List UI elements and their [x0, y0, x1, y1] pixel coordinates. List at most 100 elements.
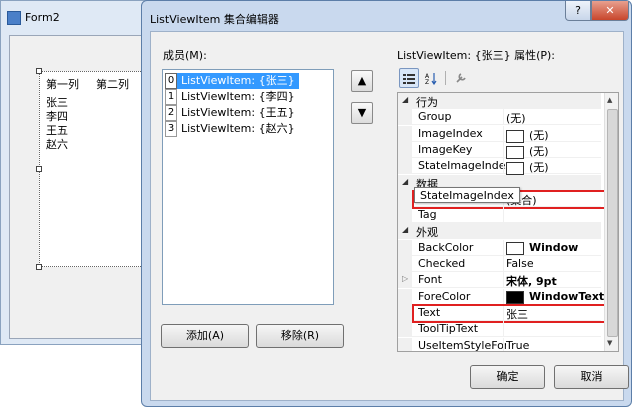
member-index: 3: [165, 121, 177, 137]
cancel-button[interactable]: 取消: [554, 365, 629, 389]
property-value[interactable]: Window: [506, 241, 578, 255]
remove-button[interactable]: 移除(R): [256, 324, 344, 348]
property-value[interactable]: (无): [506, 143, 549, 159]
property-row[interactable]: ForeColor WindowText: [398, 289, 604, 305]
property-category[interactable]: ◢ 外观: [398, 223, 601, 239]
form2-listview[interactable]: 第一列 第二列 张三 李四 王五 赵六: [39, 71, 153, 267]
ok-button[interactable]: 确定: [470, 365, 545, 389]
property-name: BackColor: [418, 241, 474, 254]
listview-column-header[interactable]: 第二列: [96, 76, 129, 92]
property-value-text: True: [506, 339, 530, 352]
property-name: Group: [418, 110, 452, 123]
property-row[interactable]: ToolTipText: [398, 321, 601, 337]
property-gutter: [398, 158, 412, 174]
member-item[interactable]: 0 ListViewItem: {张三}: [165, 73, 331, 89]
property-row[interactable]: ImageIndex (无): [398, 126, 601, 143]
arrow-up-icon: ▲: [357, 74, 367, 87]
property-pages-button[interactable]: [451, 68, 471, 88]
scroll-down-icon[interactable]: ▼: [607, 339, 612, 347]
property-name: ImageIndex: [418, 127, 483, 140]
form-icon: [7, 11, 21, 25]
property-row[interactable]: UseItemStyleForSubItemsTrue: [398, 338, 601, 352]
column-separator[interactable]: [503, 272, 504, 288]
resize-handle[interactable]: [36, 166, 42, 172]
property-grid-scrollbar[interactable]: ▲ ▼: [604, 93, 618, 351]
property-category[interactable]: ◢ 行为: [398, 93, 601, 109]
property-grid-toolbar: A Z: [397, 68, 607, 90]
property-name: StateImageIndex: [418, 159, 506, 172]
property-value[interactable]: (无): [506, 110, 526, 126]
property-value[interactable]: WindowText: [506, 290, 604, 304]
property-value-text: Window: [529, 241, 579, 254]
categorized-button[interactable]: [399, 68, 419, 88]
column-separator[interactable]: [503, 256, 504, 272]
property-value-text: WindowText: [529, 290, 605, 303]
arrow-down-icon: ▼: [357, 106, 367, 119]
collapse-icon[interactable]: ◢: [402, 177, 408, 186]
member-item[interactable]: 3 ListViewItem: {赵六}: [165, 121, 331, 137]
property-row[interactable]: ImageKey (无): [398, 142, 601, 159]
property-row[interactable]: Checked False: [398, 256, 601, 272]
member-text: ListViewItem: {张三}: [177, 73, 299, 89]
property-row[interactable]: Tag: [398, 207, 601, 223]
column-separator[interactable]: [503, 321, 504, 337]
property-name: Font: [418, 273, 442, 286]
properties-label: ListViewItem: {张三} 属性(P):: [397, 49, 555, 62]
category-name: 外观: [416, 226, 438, 239]
close-button[interactable]: ✕: [591, 1, 629, 21]
form2-title: Form2: [25, 11, 60, 24]
property-value-text: (无): [529, 161, 549, 174]
column-separator[interactable]: [503, 338, 504, 351]
collapse-icon[interactable]: ◢: [402, 225, 408, 234]
property-value[interactable]: True: [506, 339, 530, 352]
move-up-button[interactable]: ▲: [351, 70, 373, 92]
resize-handle[interactable]: [36, 68, 42, 74]
column-separator[interactable]: [503, 207, 504, 223]
move-down-button[interactable]: ▼: [351, 102, 373, 124]
property-row[interactable]: BackColor Window: [398, 240, 601, 256]
collapse-icon[interactable]: ◢: [402, 95, 408, 104]
property-name: ToolTipText: [418, 322, 479, 335]
property-value[interactable]: (无): [506, 127, 549, 143]
property-value[interactable]: (无): [506, 159, 549, 175]
listview-row[interactable]: 赵六: [46, 136, 68, 152]
member-item[interactable]: 1 ListViewItem: {李四}: [165, 89, 331, 105]
property-row[interactable]: StateImageIndex (无): [398, 158, 601, 175]
property-row[interactable]: ▷ Font 宋体, 9pt: [398, 272, 601, 288]
expand-icon[interactable]: ▷: [402, 274, 408, 283]
property-value[interactable]: False: [506, 257, 534, 270]
tooltip: StateImageIndex: [414, 187, 520, 203]
color-swatch: [506, 129, 524, 143]
scrollbar-thumb[interactable]: [607, 109, 618, 337]
categorized-icon: [403, 74, 415, 84]
dialog-client-area: 成员(M): 0 ListViewItem: {张三} 1 ListViewItem…: [150, 31, 629, 401]
member-index: 0: [165, 73, 177, 89]
property-value-text: 宋体, 9pt: [506, 275, 557, 288]
property-name: UseItemStyleForSubItems: [418, 339, 506, 352]
scroll-up-icon[interactable]: ▲: [607, 96, 612, 104]
property-pages-icon: [456, 73, 466, 83]
property-value[interactable]: 宋体, 9pt: [506, 273, 557, 289]
svg-text:Z: Z: [425, 79, 429, 85]
column-separator[interactable]: [503, 142, 504, 158]
column-separator[interactable]: [503, 158, 504, 174]
listview-column-header[interactable]: 第一列: [46, 76, 79, 92]
column-separator[interactable]: [503, 289, 504, 305]
help-button[interactable]: ?: [565, 1, 591, 21]
alphabetical-button[interactable]: A Z: [421, 68, 441, 88]
form2-title-bar: Form2: [7, 11, 60, 25]
property-gutter: [398, 289, 412, 305]
column-separator[interactable]: [503, 126, 504, 142]
members-list[interactable]: 0 ListViewItem: {张三} 1 ListViewItem: {李四} …: [162, 69, 334, 305]
add-button[interactable]: 添加(A): [161, 324, 249, 348]
resize-handle[interactable]: [36, 264, 42, 270]
dialog-title: ListViewItem 集合编辑器: [150, 13, 279, 26]
property-gutter: [398, 109, 412, 125]
member-item[interactable]: 2 ListViewItem: {王五}: [165, 105, 331, 121]
member-index: 2: [165, 105, 177, 121]
toolbar-separator: [445, 71, 446, 85]
column-separator[interactable]: [503, 109, 504, 125]
property-grid[interactable]: ◢ 行为 Group (无) ImageIndex (无) ImageKey (无) State…: [397, 92, 619, 352]
column-separator[interactable]: [503, 240, 504, 256]
property-row[interactable]: Group (无): [398, 109, 601, 125]
